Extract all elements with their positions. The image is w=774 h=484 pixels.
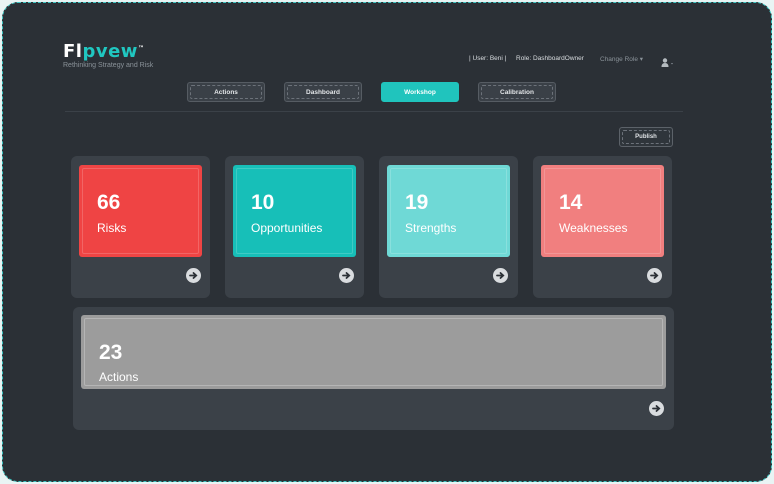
weaknesses-count: 14: [559, 191, 583, 214]
actions-card: 23 Actions: [73, 307, 674, 430]
tab-dashboard[interactable]: Dashboard: [284, 82, 362, 102]
arrow-right-icon[interactable]: [186, 268, 201, 283]
strengths-label: Strengths: [405, 221, 457, 235]
user-name: | User: Beni |: [469, 55, 507, 62]
tab-actions[interactable]: Actions: [187, 82, 265, 102]
weaknesses-tile[interactable]: 14 Weaknesses: [541, 165, 664, 257]
actions-tile[interactable]: 23 Actions: [81, 315, 666, 389]
strengths-tile[interactable]: 19 Strengths: [387, 165, 510, 257]
chevron-down-icon: ▾: [639, 56, 644, 63]
strengths-count: 19: [405, 191, 429, 214]
actions-label: Actions: [99, 370, 139, 384]
brand-logo[interactable]: Flpvew™ Rethinking Strategy and Risk: [63, 41, 153, 69]
app-frame: Flpvew™ Rethinking Strategy and Risk | U…: [2, 2, 772, 482]
opportunities-count: 10: [251, 191, 275, 214]
actions-count: 23: [99, 341, 123, 364]
risks-count: 66: [97, 191, 121, 214]
arrow-right-icon[interactable]: [339, 268, 354, 283]
arrow-right-icon[interactable]: [493, 268, 508, 283]
publish-button[interactable]: Publish: [619, 127, 673, 147]
user-role: Role: DashboardOwner: [516, 55, 584, 62]
opportunities-card: 10 Opportunities: [225, 156, 364, 298]
risks-label: Risks: [97, 221, 127, 235]
logo-wordmark: Flpvew™: [63, 41, 145, 62]
risks-card: 66 Risks: [71, 156, 210, 298]
header-divider: [65, 111, 683, 112]
opportunities-tile[interactable]: 10 Opportunities: [233, 165, 356, 257]
arrow-right-icon[interactable]: [647, 268, 662, 283]
weaknesses-label: Weaknesses: [559, 221, 628, 235]
weaknesses-card: 14 Weaknesses: [533, 156, 672, 298]
risks-tile[interactable]: 66 Risks: [79, 165, 202, 257]
tab-workshop[interactable]: Workshop: [381, 82, 459, 102]
strengths-card: 19 Strengths: [379, 156, 518, 298]
opportunities-label: Opportunities: [251, 221, 323, 235]
change-role-link[interactable]: Change Role ▾: [600, 55, 643, 63]
arrow-right-icon[interactable]: [649, 401, 664, 416]
tab-calibration[interactable]: Calibration: [478, 82, 556, 102]
user-icon[interactable]: [661, 54, 675, 67]
logo-tagline: Rethinking Strategy and Risk: [63, 62, 154, 69]
